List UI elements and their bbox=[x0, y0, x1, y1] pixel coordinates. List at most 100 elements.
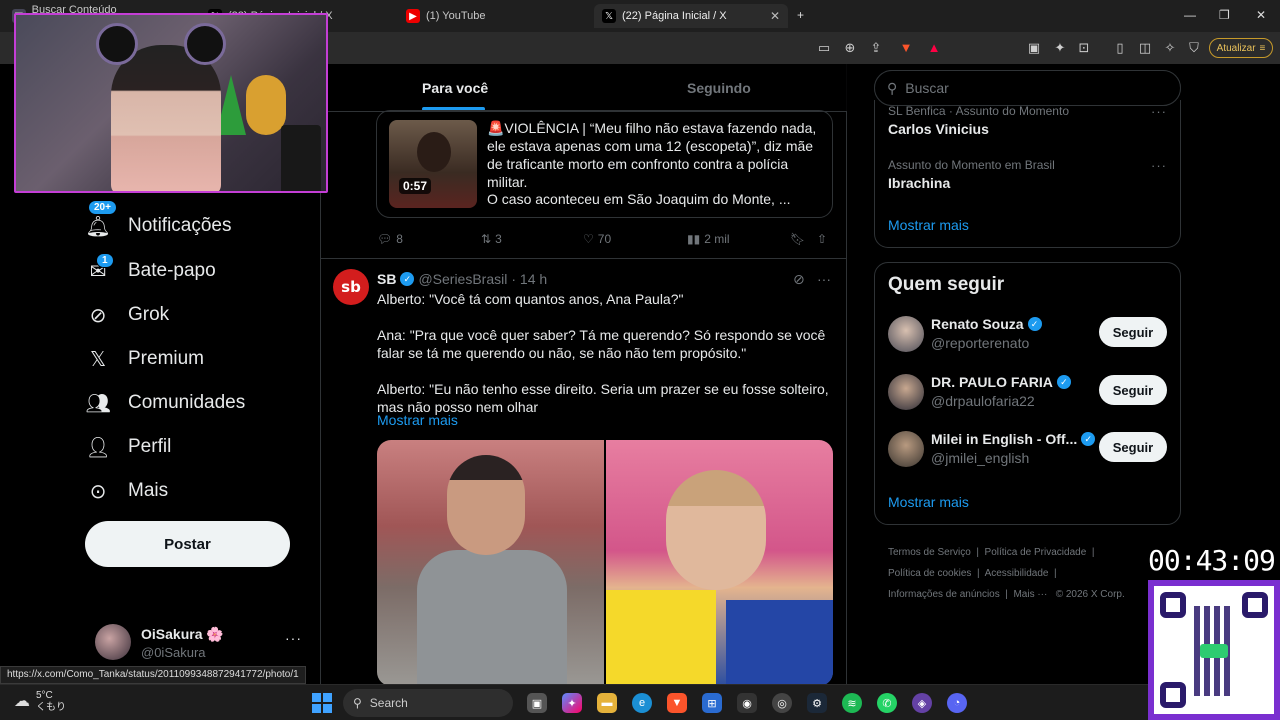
repost-button[interactable]: ⇅ 3 bbox=[481, 231, 502, 247]
footer-link[interactable]: Termos de Serviço bbox=[888, 547, 971, 558]
browser-tab-active[interactable]: 𝕏 (22) Página Inicial / X ✕ bbox=[594, 4, 788, 28]
store-icon[interactable]: ⊞ bbox=[702, 693, 722, 713]
sidebar-icon[interactable]: ▯ bbox=[1112, 40, 1128, 56]
update-button[interactable]: Atualizar ≡ bbox=[1209, 38, 1273, 58]
trend-name[interactable]: Ibrachina bbox=[888, 175, 950, 191]
suggestion-name: Milei in English - Off... bbox=[931, 431, 1078, 447]
search-input[interactable]: ⚲ Buscar bbox=[874, 70, 1181, 106]
verified-icon: ✓ bbox=[1081, 432, 1096, 446]
more-options-icon[interactable]: ··· bbox=[1151, 158, 1167, 173]
sidebar-item-more[interactable]: ⊙ Mais bbox=[86, 476, 169, 506]
bookmark-icon[interactable]: 🔖︎ bbox=[790, 231, 805, 247]
author-name[interactable]: SB bbox=[377, 271, 396, 287]
sidebar-item-notifications[interactable]: 🔔︎ 20+ Notificações bbox=[85, 200, 232, 241]
image-content bbox=[606, 590, 716, 686]
wallet-icon[interactable]: ◫ bbox=[1137, 40, 1153, 56]
tab-following[interactable]: Seguindo bbox=[687, 80, 751, 96]
tab-for-you[interactable]: Para você bbox=[422, 80, 488, 96]
show-more-suggestions-link[interactable]: Mostrar mais bbox=[888, 494, 969, 510]
task-view-icon[interactable]: ▣ bbox=[527, 693, 547, 713]
image-content bbox=[666, 470, 766, 590]
footer-link[interactable]: Política de Privacidade bbox=[985, 547, 1087, 558]
show-more-trends-link[interactable]: Mostrar mais bbox=[888, 217, 969, 233]
file-explorer-icon[interactable]: ▬ bbox=[597, 693, 617, 713]
footer-link[interactable]: Acessibilidade bbox=[985, 568, 1049, 579]
cast-icon[interactable]: ▭ bbox=[816, 40, 832, 56]
card-subtext: O caso aconteceu em São Joaquim do Monte… bbox=[487, 191, 791, 207]
start-button[interactable] bbox=[312, 693, 332, 713]
show-more-link[interactable]: Mostrar mais bbox=[377, 412, 458, 428]
account-switcher[interactable]: OiSakura 🌸 @0iSakura ··· bbox=[95, 624, 305, 664]
tweet-time[interactable]: · 14 h bbox=[511, 271, 547, 287]
camera-icon[interactable]: ◉ bbox=[737, 693, 757, 713]
puzzle-icon[interactable]: ✦ bbox=[1052, 40, 1068, 56]
sidebar-item-communities[interactable]: 👥︎ Comunidades bbox=[85, 388, 245, 418]
steam-icon[interactable]: ⚙ bbox=[807, 693, 827, 713]
spotify-icon[interactable]: ≋ bbox=[842, 693, 862, 713]
author-handle[interactable]: @SeriesBrasil bbox=[418, 271, 507, 287]
zoom-icon[interactable]: ⊕ bbox=[842, 40, 858, 56]
footer-link[interactable]: Política de cookies bbox=[888, 568, 971, 579]
trend-meta: SL Benfica · Assunto do Momento bbox=[888, 104, 1069, 118]
tweet-media[interactable] bbox=[377, 440, 833, 686]
obs-icon[interactable]: ◈ bbox=[912, 693, 932, 713]
chat-badge: 1 bbox=[96, 253, 114, 268]
sidebar-item-premium[interactable]: 𝕏 Premium bbox=[86, 344, 204, 374]
follow-suggestion[interactable]: Renato Souza ✓ @reporterenato Seguir bbox=[888, 316, 1168, 356]
footer-link[interactable]: Informações de anúncios bbox=[888, 589, 1000, 600]
footer-link[interactable]: Mais ··· bbox=[1013, 589, 1047, 600]
sidebar-item-grok[interactable]: ⊘ Grok bbox=[86, 300, 170, 330]
sidebar-item-label: Premium bbox=[128, 348, 205, 369]
edge-icon[interactable]: e bbox=[632, 693, 652, 713]
like-button[interactable]: ♡ 70 bbox=[583, 231, 611, 247]
close-window-icon[interactable]: ✕ bbox=[1256, 8, 1266, 22]
follow-suggestion[interactable]: DR. PAULO FARIA ✓ @drpaulofaria22 Seguir bbox=[888, 374, 1168, 414]
video-card[interactable]: 0:57 🚨VIOLÊNCIA | “Meu filho não estava … bbox=[376, 110, 833, 218]
close-tab-icon[interactable]: ✕ bbox=[770, 9, 780, 23]
grok-icon: ⊘ bbox=[89, 304, 107, 327]
x-icon: 𝕏 bbox=[602, 9, 616, 23]
video-thumbnail[interactable]: 0:57 bbox=[389, 120, 477, 208]
sidebar-item-profile[interactable]: 👤︎ Perfil bbox=[85, 432, 171, 462]
follow-button[interactable]: Seguir bbox=[1099, 317, 1167, 347]
media-image-left[interactable] bbox=[377, 440, 604, 686]
maximize-icon[interactable]: ❐ bbox=[1219, 8, 1230, 22]
share-post-icon[interactable]: ⇧ bbox=[817, 231, 827, 247]
extension-icon[interactable]: ▣ bbox=[1026, 40, 1042, 56]
media-image-right[interactable] bbox=[606, 440, 833, 686]
minimize-icon[interactable]: — bbox=[1184, 8, 1196, 22]
follow-suggestion[interactable]: Milei in English - Off... ✓ @jmilei_engli… bbox=[888, 431, 1168, 471]
brave-rewards-icon[interactable]: ▲ bbox=[926, 40, 942, 56]
more-options-icon[interactable]: ··· bbox=[285, 630, 302, 646]
vpn-icon[interactable]: ⛉ bbox=[1186, 40, 1202, 56]
whatsapp-icon[interactable]: ✆ bbox=[877, 693, 897, 713]
views-button[interactable]: ▮▮ 2 mil bbox=[687, 231, 730, 247]
follow-button[interactable]: Seguir bbox=[1099, 432, 1167, 462]
grok-explain-icon[interactable]: ⊘ bbox=[793, 271, 805, 287]
avatar[interactable] bbox=[888, 431, 924, 467]
weather-widget[interactable]: ☁ 5°C くもり bbox=[14, 690, 66, 714]
brave-icon[interactable]: ▼ bbox=[667, 693, 687, 713]
chrome-icon[interactable]: ◎ bbox=[772, 693, 792, 713]
cloud-icon: ☁ bbox=[14, 693, 30, 710]
avatar[interactable]: sb bbox=[333, 269, 369, 305]
post-button[interactable]: Postar bbox=[85, 521, 290, 567]
discord-icon[interactable]: ◔ bbox=[947, 693, 967, 713]
new-tab-button[interactable]: + bbox=[797, 8, 804, 22]
more-options-icon[interactable]: ··· bbox=[817, 271, 831, 287]
browser-tab[interactable]: ▶ (1) YouTube bbox=[398, 4, 588, 28]
reply-button[interactable]: 💬︎ 8 bbox=[377, 231, 403, 247]
sidebar-item-chat[interactable]: ✉ 1 Bate-papo bbox=[86, 253, 216, 286]
sidebar-item-label: Notificações bbox=[128, 215, 232, 236]
brave-shield-icon[interactable]: ▼ bbox=[898, 40, 914, 56]
taskbar-search[interactable]: ⚲ Search bbox=[343, 689, 513, 717]
share-icon[interactable]: ⇪ bbox=[868, 40, 884, 56]
avatar[interactable] bbox=[888, 316, 924, 352]
trend-name[interactable]: Carlos Vinicius bbox=[888, 121, 989, 137]
copilot-icon[interactable]: ✦ bbox=[562, 693, 582, 713]
follow-button[interactable]: Seguir bbox=[1099, 375, 1167, 405]
avatar[interactable] bbox=[888, 374, 924, 410]
leo-icon[interactable]: ✧ bbox=[1162, 40, 1178, 56]
more-options-icon[interactable]: ··· bbox=[1151, 104, 1167, 119]
screenshot-icon[interactable]: ⊡ bbox=[1076, 40, 1092, 56]
